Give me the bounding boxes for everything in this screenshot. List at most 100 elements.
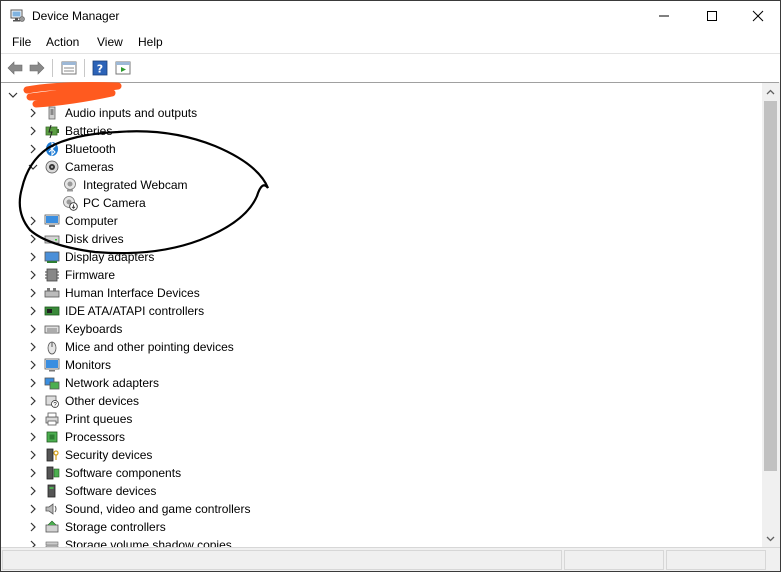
maximize-button[interactable]: [689, 1, 735, 31]
chevron-right-icon[interactable]: [28, 450, 38, 460]
tree-root[interactable]: [1, 86, 762, 104]
security-icon: [46, 448, 59, 462]
status-bar: [0, 547, 781, 572]
chevron-right-icon[interactable]: [28, 108, 38, 118]
chevron-right-icon[interactable]: [28, 522, 38, 532]
chevron-right-icon[interactable]: [28, 126, 38, 136]
device-label: Human Interface Devices: [65, 286, 200, 300]
device-category[interactable]: Storage volume shadow copies: [1, 536, 762, 547]
device-category[interactable]: Audio inputs and outputs: [1, 104, 762, 122]
menu-view[interactable]: View: [97, 35, 123, 49]
chevron-right-icon[interactable]: [28, 288, 38, 298]
run-button[interactable]: [113, 58, 133, 78]
chevron-right-icon[interactable]: [28, 234, 38, 244]
help-button[interactable]: ?: [90, 58, 110, 78]
device-category[interactable]: Software devices: [1, 482, 762, 500]
close-icon: [752, 10, 764, 22]
back-button[interactable]: [5, 58, 25, 78]
chevron-right-icon[interactable]: [28, 414, 38, 424]
processor-icon: [46, 431, 58, 443]
storage-icon: [45, 520, 59, 533]
disk-icon: [44, 235, 60, 244]
back-icon: [7, 61, 23, 75]
chevron-right-icon[interactable]: [28, 270, 38, 280]
chevron-right-icon[interactable]: [28, 324, 38, 334]
chevron-right-icon[interactable]: [28, 468, 38, 478]
device-item[interactable]: Integrated Webcam: [1, 176, 762, 194]
chevron-right-icon[interactable]: [28, 432, 38, 442]
chevron-right-icon[interactable]: [28, 504, 38, 514]
device-category[interactable]: Human Interface Devices: [1, 284, 762, 302]
device-category[interactable]: Bluetooth: [1, 140, 762, 158]
device-category[interactable]: Cameras: [1, 158, 762, 176]
svg-text:?: ?: [97, 63, 103, 76]
other-devices-icon: ?: [45, 395, 59, 408]
device-category[interactable]: Computer: [1, 212, 762, 230]
bluetooth-icon: [46, 141, 58, 157]
hid-icon: [44, 288, 60, 298]
device-category[interactable]: Security devices: [1, 446, 762, 464]
menu-action[interactable]: Action: [46, 35, 79, 49]
device-category[interactable]: IDE ATA/ATAPI controllers: [1, 302, 762, 320]
device-label: PC Camera: [83, 196, 146, 210]
close-button[interactable]: [735, 1, 781, 31]
shadow-copy-icon: [45, 541, 59, 547]
device-label: Security devices: [65, 448, 153, 462]
chevron-right-icon[interactable]: [28, 486, 38, 496]
device-category[interactable]: Disk drives: [1, 230, 762, 248]
chevron-right-icon[interactable]: [28, 306, 38, 316]
device-tree[interactable]: Audio inputs and outputs Batteries Bluetoo…: [1, 82, 762, 547]
chevron-right-icon[interactable]: [28, 378, 38, 388]
display-icon: [44, 251, 60, 263]
scroll-up-icon: [766, 89, 775, 94]
device-category[interactable]: Storage controllers: [1, 518, 762, 536]
chevron-down-icon[interactable]: [28, 162, 38, 172]
device-category[interactable]: Sound, video and game controllers: [1, 500, 762, 518]
camera-icon: [45, 160, 59, 174]
scroll-up-button[interactable]: [762, 83, 779, 100]
device-label: Batteries: [65, 124, 113, 138]
scroll-down-button[interactable]: [762, 530, 779, 547]
keyboard-icon: [44, 325, 60, 334]
device-label: Software components: [65, 466, 182, 480]
chevron-right-icon[interactable]: [28, 540, 38, 547]
device-label: Disk drives: [65, 232, 124, 246]
status-segment: [666, 550, 766, 570]
device-label: Monitors: [65, 358, 112, 372]
chevron-down-icon[interactable]: [8, 90, 18, 100]
device-category[interactable]: Software components: [1, 464, 762, 482]
chevron-right-icon[interactable]: [28, 396, 38, 406]
device-category[interactable]: Firmware: [1, 266, 762, 284]
device-category[interactable]: Keyboards: [1, 320, 762, 338]
sound-icon: [45, 503, 57, 515]
chevron-right-icon[interactable]: [28, 144, 38, 154]
menu-file[interactable]: File: [12, 35, 31, 49]
device-category[interactable]: Display adapters: [1, 248, 762, 266]
forward-button[interactable]: [27, 58, 47, 78]
chevron-right-icon[interactable]: [28, 252, 38, 262]
device-category[interactable]: Network adapters: [1, 374, 762, 392]
device-category[interactable]: Print queues: [1, 410, 762, 428]
network-icon: [44, 377, 60, 390]
menu-help[interactable]: Help: [138, 35, 163, 49]
properties-button[interactable]: [59, 58, 79, 78]
vertical-scrollbar[interactable]: [762, 82, 779, 547]
device-category[interactable]: Processors: [1, 428, 762, 446]
device-category[interactable]: Batteries: [1, 122, 762, 140]
toolbar-separator: [52, 59, 53, 77]
device-category[interactable]: ? Other devices: [1, 392, 762, 410]
device-label: Audio inputs and outputs: [65, 106, 198, 120]
device-label: Storage controllers: [65, 520, 166, 534]
device-manager-icon: [10, 9, 25, 22]
webcam-icon: [64, 178, 76, 192]
device-category[interactable]: Mice and other pointing devices: [1, 338, 762, 356]
device-item[interactable]: PC Camera: [1, 194, 762, 212]
chevron-right-icon[interactable]: [28, 342, 38, 352]
scroll-thumb[interactable]: [764, 101, 777, 471]
device-label: Storage volume shadow copies: [65, 538, 232, 547]
device-label: Display adapters: [65, 250, 155, 264]
chevron-right-icon[interactable]: [28, 360, 38, 370]
minimize-button[interactable]: [641, 1, 687, 31]
device-category[interactable]: Monitors: [1, 356, 762, 374]
chevron-right-icon[interactable]: [28, 216, 38, 226]
